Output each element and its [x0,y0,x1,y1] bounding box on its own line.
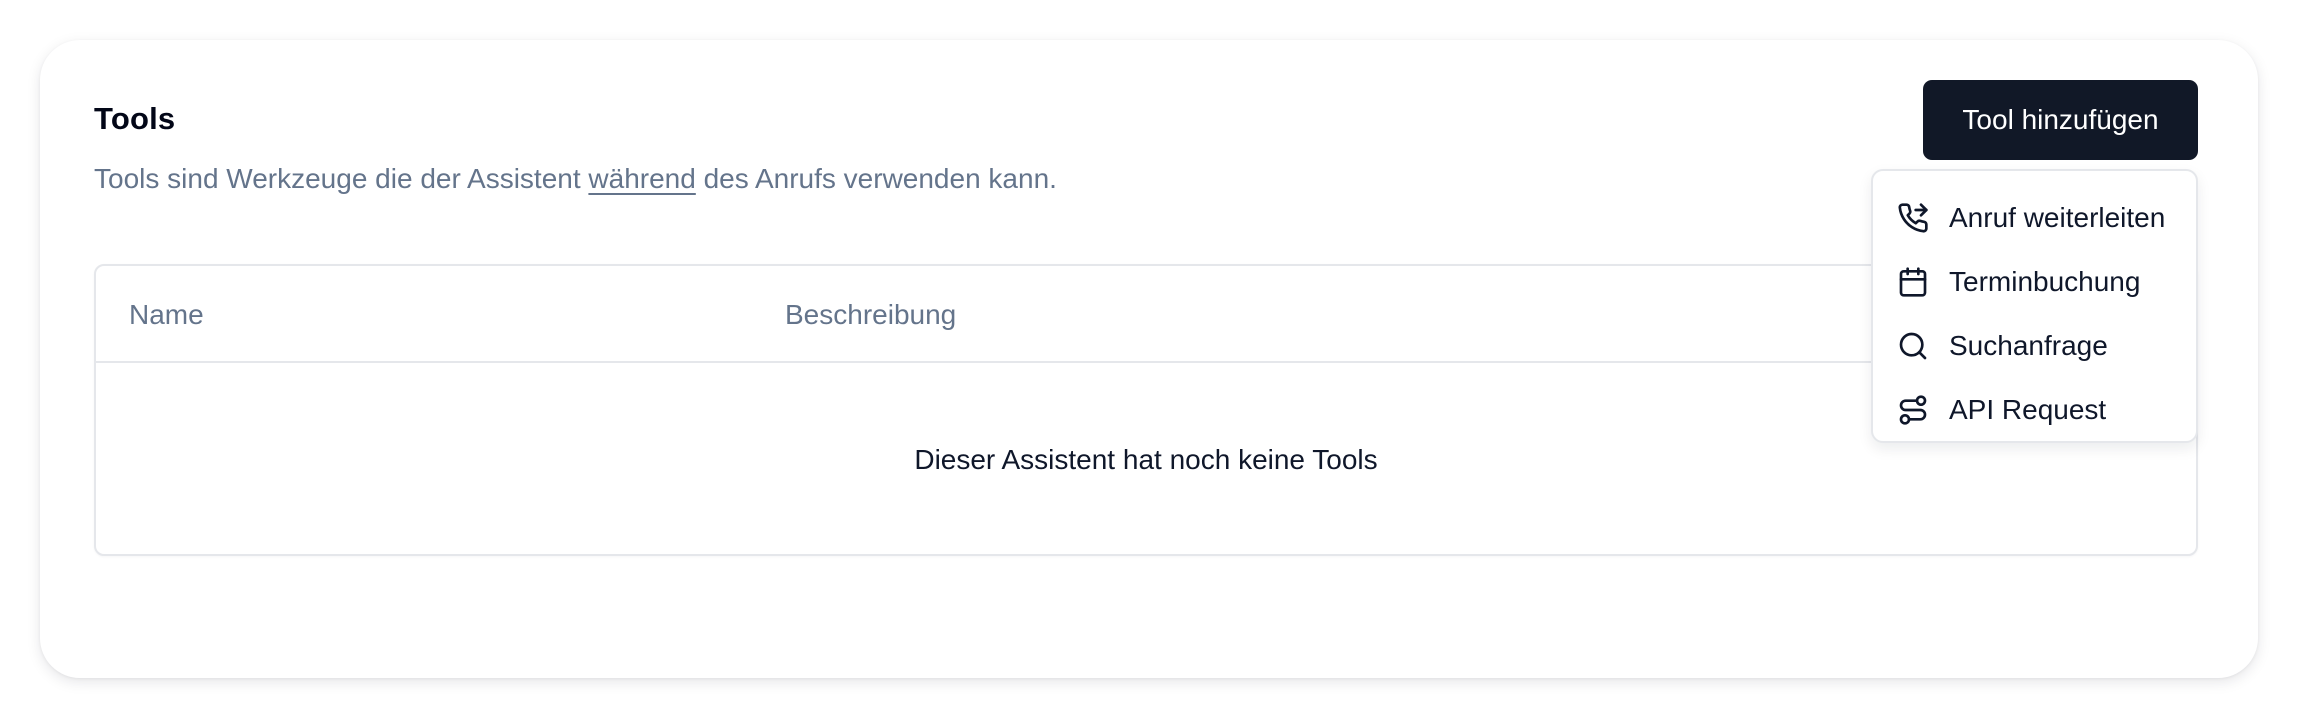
menu-item-appointment[interactable]: Terminbuchung [1873,251,2196,313]
column-header-name: Name [129,299,204,330]
add-tool-dropdown-menu: Anruf weiterleiten Terminbuchung Suchanf… [1871,169,2198,443]
subtitle-text-end: des Anrufs verwenden kann. [695,163,1057,194]
empty-state-message: Dieser Assistent hat noch keine Tools [914,444,1378,475]
subtitle-underlined-word: während [588,163,696,194]
route-icon [1897,394,1929,426]
search-icon [1897,330,1929,362]
section-subtitle: Tools sind Werkzeuge die der Assistent w… [94,163,1057,195]
menu-item-call-forward[interactable]: Anruf weiterleiten [1873,187,2196,249]
phone-forward-icon [1897,202,1929,234]
menu-item-search[interactable]: Suchanfrage [1873,315,2196,377]
menu-item-api-request[interactable]: API Request [1873,379,2196,441]
menu-item-label: Terminbuchung [1949,266,2141,297]
menu-item-label: Suchanfrage [1949,330,2108,361]
menu-item-label: API Request [1949,394,2107,425]
subtitle-text-start: Tools sind Werkzeuge die der Assistent [94,163,589,194]
column-header-description: Beschreibung [785,299,957,330]
calendar-icon [1897,266,1929,298]
menu-item-label: Anruf weiterleiten [1949,202,2166,233]
section-title: Tools [94,101,176,136]
add-tool-button[interactable]: Tool hinzufügen [1923,80,2198,160]
